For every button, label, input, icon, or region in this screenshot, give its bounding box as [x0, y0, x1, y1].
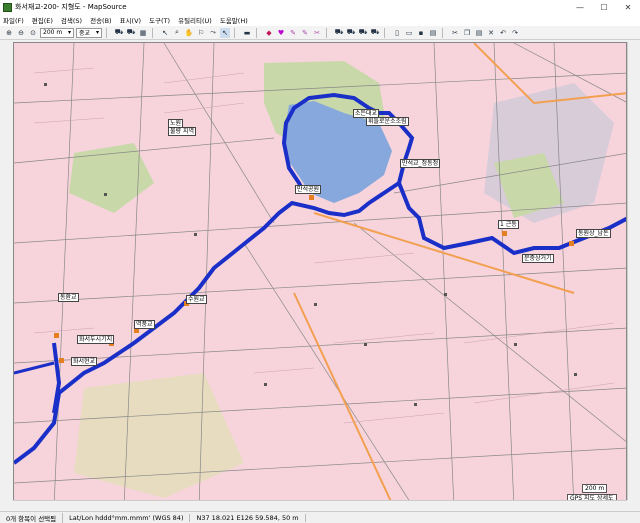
map-label-station1[interactable]: 만석교_정동정 — [400, 159, 441, 168]
map-label-road1[interactable]: 화서두시기지 — [77, 335, 115, 344]
window-title: 화서재교-200- 지형도 - MapSource — [15, 3, 127, 11]
map-scale: 200 m — [582, 484, 608, 493]
map-label-turn1[interactable]: 1 근동 — [498, 220, 519, 229]
status-selection: 0개 항목이 선택됨 — [0, 512, 64, 523]
paste-icon[interactable]: ▤ — [474, 28, 484, 38]
zoom-fit-icon[interactable]: ⊙ — [28, 28, 38, 38]
toolbar: ⊕ ⊖ ⊙ 200 m ▾ 중교 ▾ ⛟ ⛟ ▦ ↖ ⌕ ✋ ⚐ ⤳ ↖ ▬ ◆ ♥… — [0, 26, 640, 40]
map-label-market[interactable]: 역풍교 — [134, 320, 155, 329]
map-label-road2[interactable]: 화서현교 — [71, 357, 98, 366]
redo-icon[interactable]: ↷ — [510, 28, 520, 38]
status-coord-format: Lat/Lon hddd°mm.mmm' (WGS 84) — [63, 513, 191, 522]
left-panel-edge — [0, 42, 13, 510]
map-layer-icon[interactable]: ⛟ — [126, 28, 136, 38]
map-tool-icon[interactable]: ⛟ — [114, 28, 124, 38]
track-edit-icon[interactable]: ✎ — [300, 28, 310, 38]
app-icon — [3, 2, 12, 12]
hand-icon[interactable]: ✋ — [184, 28, 194, 38]
send-icon[interactable]: ⛟ — [346, 28, 356, 38]
new-file-icon[interactable]: ▯ — [392, 28, 402, 38]
zoom-tool-icon[interactable]: ⌕ — [172, 28, 182, 38]
print-icon[interactable]: ▤ — [428, 28, 438, 38]
track-draw-icon[interactable]: ✎ — [288, 28, 298, 38]
zoom-out-icon[interactable]: ⊖ — [16, 28, 26, 38]
receive-icon[interactable]: ⛟ — [334, 28, 344, 38]
menu-edit[interactable]: 편집(E) — [32, 15, 53, 25]
close-button[interactable]: ✕ — [616, 3, 640, 12]
map-label-bridge2[interactable]: 수원교 — [186, 295, 207, 304]
waypoint-icon[interactable]: ⚐ — [196, 28, 206, 38]
map-label-bus[interactable]: 동원상_남돈 — [576, 229, 611, 238]
map-label-pavilion[interactable]: 만석공원 — [295, 185, 322, 194]
menu-file[interactable]: 파일(F) — [3, 15, 24, 25]
track-icon[interactable]: ▦ — [138, 28, 148, 38]
menu-transfer[interactable]: 전송(B) — [90, 15, 112, 25]
map-canvas[interactable] — [14, 43, 627, 507]
map-label-point3[interactable]: 문중상거기 — [522, 254, 554, 263]
zoom-select[interactable]: 200 m ▾ — [40, 27, 74, 38]
map-label-bridge1[interactable]: 동환교 — [58, 293, 79, 302]
menu-search[interactable]: 검색(S) — [61, 15, 82, 25]
track-split-icon[interactable]: ✂ — [312, 28, 322, 38]
menu-tools[interactable]: 도구(T) — [149, 15, 170, 25]
select-icon[interactable]: ↖ — [160, 28, 170, 38]
gps-send-icon[interactable]: ⛟ — [370, 28, 380, 38]
heart-icon[interactable]: ♥ — [276, 28, 286, 38]
copy-icon[interactable]: ❐ — [462, 28, 472, 38]
detail-select[interactable]: 중교 ▾ — [76, 27, 102, 38]
menu-help[interactable]: 도움말(H) — [220, 15, 248, 25]
map-view[interactable]: 소든대교 휘들로운소조림 노원 불량 지역 만석교_정동정 만석공원 1 근동 … — [13, 42, 627, 507]
undo-icon[interactable]: ↶ — [498, 28, 508, 38]
maximize-button[interactable]: ☐ — [592, 3, 616, 12]
open-file-icon[interactable]: ▭ — [404, 28, 414, 38]
delete-icon[interactable]: ✕ — [486, 28, 496, 38]
zoom-in-icon[interactable]: ⊕ — [4, 28, 14, 38]
title-bar: 화서재교-200- 지형도 - MapSource — ☐ ✕ — [0, 0, 640, 14]
ruler-icon[interactable]: ▬ — [242, 28, 252, 38]
gps-icon[interactable]: ⛟ — [358, 28, 368, 38]
save-icon[interactable]: ▪ — [416, 28, 426, 38]
menu-utility[interactable]: 유틸리티(U) — [178, 15, 212, 25]
status-bar: 0개 항목이 선택됨 Lat/Lon hddd°mm.mmm' (WGS 84)… — [0, 511, 640, 523]
gem-icon[interactable]: ◆ — [264, 28, 274, 38]
menu-bar: 파일(F) 편집(E) 검색(S) 전송(B) 표시(V) 도구(T) 유틸리티… — [0, 14, 640, 26]
status-coords: N37 18.021 E126 59.584, 50 m — [190, 513, 306, 522]
menu-view[interactable]: 표시(V) — [120, 15, 141, 25]
vertical-scrollbar[interactable] — [627, 42, 638, 500]
map-label-cafe[interactable]: 휘들로운소조림 — [366, 117, 409, 126]
horizontal-scrollbar[interactable] — [13, 500, 627, 508]
minimize-button[interactable]: — — [568, 3, 592, 12]
cut-icon[interactable]: ✂ — [450, 28, 460, 38]
route-icon[interactable]: ⤳ — [208, 28, 218, 38]
pointer-icon[interactable]: ↖ — [220, 27, 230, 38]
map-label-danger[interactable]: 불량 지역 — [168, 127, 196, 136]
